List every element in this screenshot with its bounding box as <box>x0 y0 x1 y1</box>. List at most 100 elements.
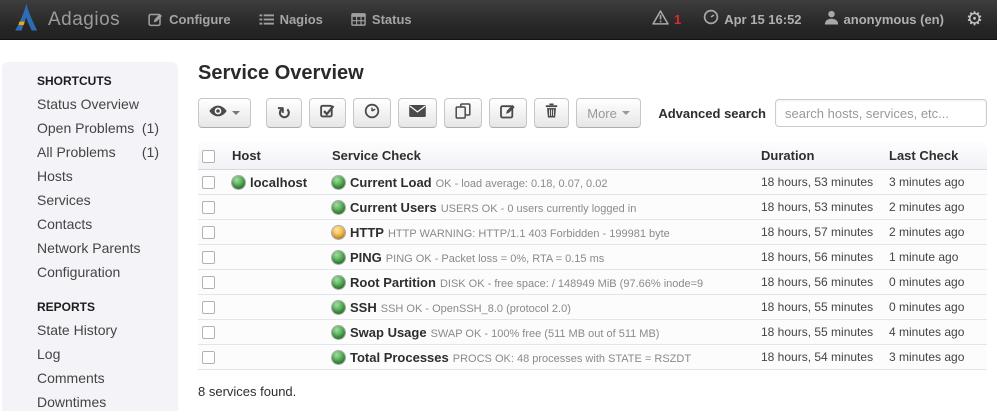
clock-indicator[interactable]: Apr 15 16:52 <box>703 9 801 30</box>
username: anonymous (en) <box>844 12 944 27</box>
copy-button[interactable] <box>444 98 482 128</box>
results-count: 8 services found. <box>198 384 987 399</box>
sidebar-item-contacts[interactable]: Contacts <box>2 212 178 236</box>
notify-button[interactable] <box>398 98 437 128</box>
brand[interactable]: Adagios <box>14 3 120 36</box>
last-check: 2 minutes ago <box>885 195 987 220</box>
edit-button[interactable] <box>489 98 527 128</box>
sidebar-item-comments[interactable]: Comments <box>2 366 178 390</box>
sidebar-item-network-parents[interactable]: Network Parents <box>2 236 178 260</box>
last-check: 1 minute ago <box>885 245 987 270</box>
duration: 18 hours, 53 minutes <box>757 170 885 195</box>
datetime: Apr 15 16:52 <box>724 12 801 27</box>
adagios-logo-icon <box>14 3 38 36</box>
sidebar-item-label: All Problems <box>37 140 116 164</box>
sidebar: SHORTCUTSStatus OverviewOpen Problems(1)… <box>2 62 178 411</box>
sidebar-item-log[interactable]: Log <box>2 342 178 366</box>
sidebar-item-label: Downtimes <box>37 390 106 411</box>
service-name[interactable]: Current Load <box>350 175 432 190</box>
row-checkbox[interactable] <box>202 351 215 364</box>
user-icon <box>824 10 839 30</box>
service-status-icon <box>332 201 345 214</box>
table-row[interactable]: Swap Usage SWAP OK - 100% free (511 MB ou… <box>198 320 987 345</box>
copy-icon <box>455 103 471 124</box>
sidebar-item-downtimes[interactable]: Downtimes <box>2 390 178 411</box>
last-check: 2 minutes ago <box>885 220 987 245</box>
table-row[interactable]: HTTP HTTP WARNING: HTTP/1.1 403 Forbidden… <box>198 220 987 245</box>
gear-icon[interactable]: ⚙ <box>966 10 983 29</box>
page-title: Service Overview <box>198 62 987 85</box>
select-all-checkbox[interactable] <box>202 150 215 163</box>
service-status-icon <box>332 276 345 289</box>
sidebar-item-label: Network Parents <box>37 236 140 260</box>
table-row[interactable]: PING PING OK - Packet loss = 0%, RTA = 0.… <box>198 245 987 270</box>
host-name[interactable]: localhost <box>250 175 307 190</box>
reschedule-button[interactable] <box>353 98 391 128</box>
table-row[interactable]: Total ProcessesPROCS OK: 48 processes wi… <box>198 345 987 370</box>
row-checkbox[interactable] <box>202 226 215 239</box>
acknowledge-button[interactable] <box>309 98 346 128</box>
search-input[interactable] <box>775 99 987 127</box>
user-menu[interactable]: anonymous (en) <box>824 10 944 30</box>
nav-item-status[interactable]: Status <box>351 12 412 27</box>
sidebar-item-configuration[interactable]: Configuration <box>2 260 178 284</box>
sidebar-item-label: Services <box>37 188 91 212</box>
nav-item-nagios[interactable]: Nagios <box>259 12 323 27</box>
sidebar-item-open-problems[interactable]: Open Problems(1) <box>2 116 178 140</box>
row-checkbox[interactable] <box>202 251 215 264</box>
service-name[interactable]: Total Processes <box>350 350 449 365</box>
alerts-indicator[interactable]: 1 <box>652 10 681 30</box>
service-detail: PING OK - Packet loss = 0%, RTA = 0.15 m… <box>386 253 604 265</box>
service-status-icon <box>332 176 345 189</box>
duration: 18 hours, 56 minutes <box>757 270 885 295</box>
row-checkbox[interactable] <box>202 326 215 339</box>
service-detail: HTTP WARNING: HTTP/1.1 403 Forbidden - 1… <box>388 228 670 240</box>
top-navbar: Adagios Configure Nagios <box>0 0 997 40</box>
main-content: Service Overview ↻ <box>198 40 997 399</box>
advanced-search: Advanced search <box>658 99 987 127</box>
sidebar-item-label: Open Problems <box>37 116 134 140</box>
eye-icon <box>209 104 227 122</box>
col-header-duration[interactable]: Duration <box>757 142 885 170</box>
col-header-last-check[interactable]: Last Check <box>885 142 987 170</box>
sidebar-item-services[interactable]: Services <box>2 188 178 212</box>
more-button[interactable]: More <box>576 98 641 128</box>
service-name[interactable]: PING <box>350 250 382 265</box>
last-check: 3 minutes ago <box>885 170 987 195</box>
service-status-icon <box>332 226 345 239</box>
table-row[interactable]: SSHSSH OK - OpenSSH_8.0 (protocol 2.0) 1… <box>198 295 987 320</box>
row-checkbox[interactable] <box>202 176 215 189</box>
row-checkbox[interactable] <box>202 201 215 214</box>
row-checkbox[interactable] <box>202 301 215 314</box>
nav-item-configure[interactable]: Configure <box>148 12 230 27</box>
sidebar-item-label: Log <box>37 342 60 366</box>
delete-button[interactable] <box>534 98 569 128</box>
service-status-icon <box>332 351 345 364</box>
sidebar-item-state-history[interactable]: State History <box>2 318 178 342</box>
table-row[interactable]: Current UsersUSERS OK - 0 users currentl… <box>198 195 987 220</box>
col-header-host[interactable]: Host <box>228 142 328 170</box>
service-name[interactable]: SSH <box>350 300 377 315</box>
service-status-icon <box>332 251 345 264</box>
refresh-button[interactable]: ↻ <box>266 98 302 128</box>
row-checkbox[interactable] <box>202 276 215 289</box>
duration: 18 hours, 56 minutes <box>757 245 885 270</box>
service-name[interactable]: Root Partition <box>350 275 436 290</box>
sidebar-item-all-problems[interactable]: All Problems(1) <box>2 140 178 164</box>
service-name[interactable]: Swap Usage <box>350 325 427 340</box>
table-row[interactable]: Root PartitionDISK OK - free space: / 14… <box>198 270 987 295</box>
sidebar-item-status-overview[interactable]: Status Overview <box>2 92 178 116</box>
refresh-icon: ↻ <box>277 105 291 122</box>
table-row[interactable]: localhost Current LoadOK - load average:… <box>198 170 987 195</box>
checked-checkbox-icon <box>320 103 335 123</box>
sidebar-section-title-reports: REPORTS <box>2 296 178 318</box>
col-header-service-check[interactable]: Service Check <box>328 142 757 170</box>
service-detail: SWAP OK - 100% free (511 MB out of 511 M… <box>431 328 660 340</box>
sidebar-item-hosts[interactable]: Hosts <box>2 164 178 188</box>
service-name[interactable]: Current Users <box>350 200 437 215</box>
view-options-button[interactable] <box>198 98 251 128</box>
toolbar: ↻ <box>198 98 987 128</box>
envelope-icon <box>409 104 426 122</box>
duration: 18 hours, 53 minutes <box>757 195 885 220</box>
service-name[interactable]: HTTP <box>350 225 384 240</box>
